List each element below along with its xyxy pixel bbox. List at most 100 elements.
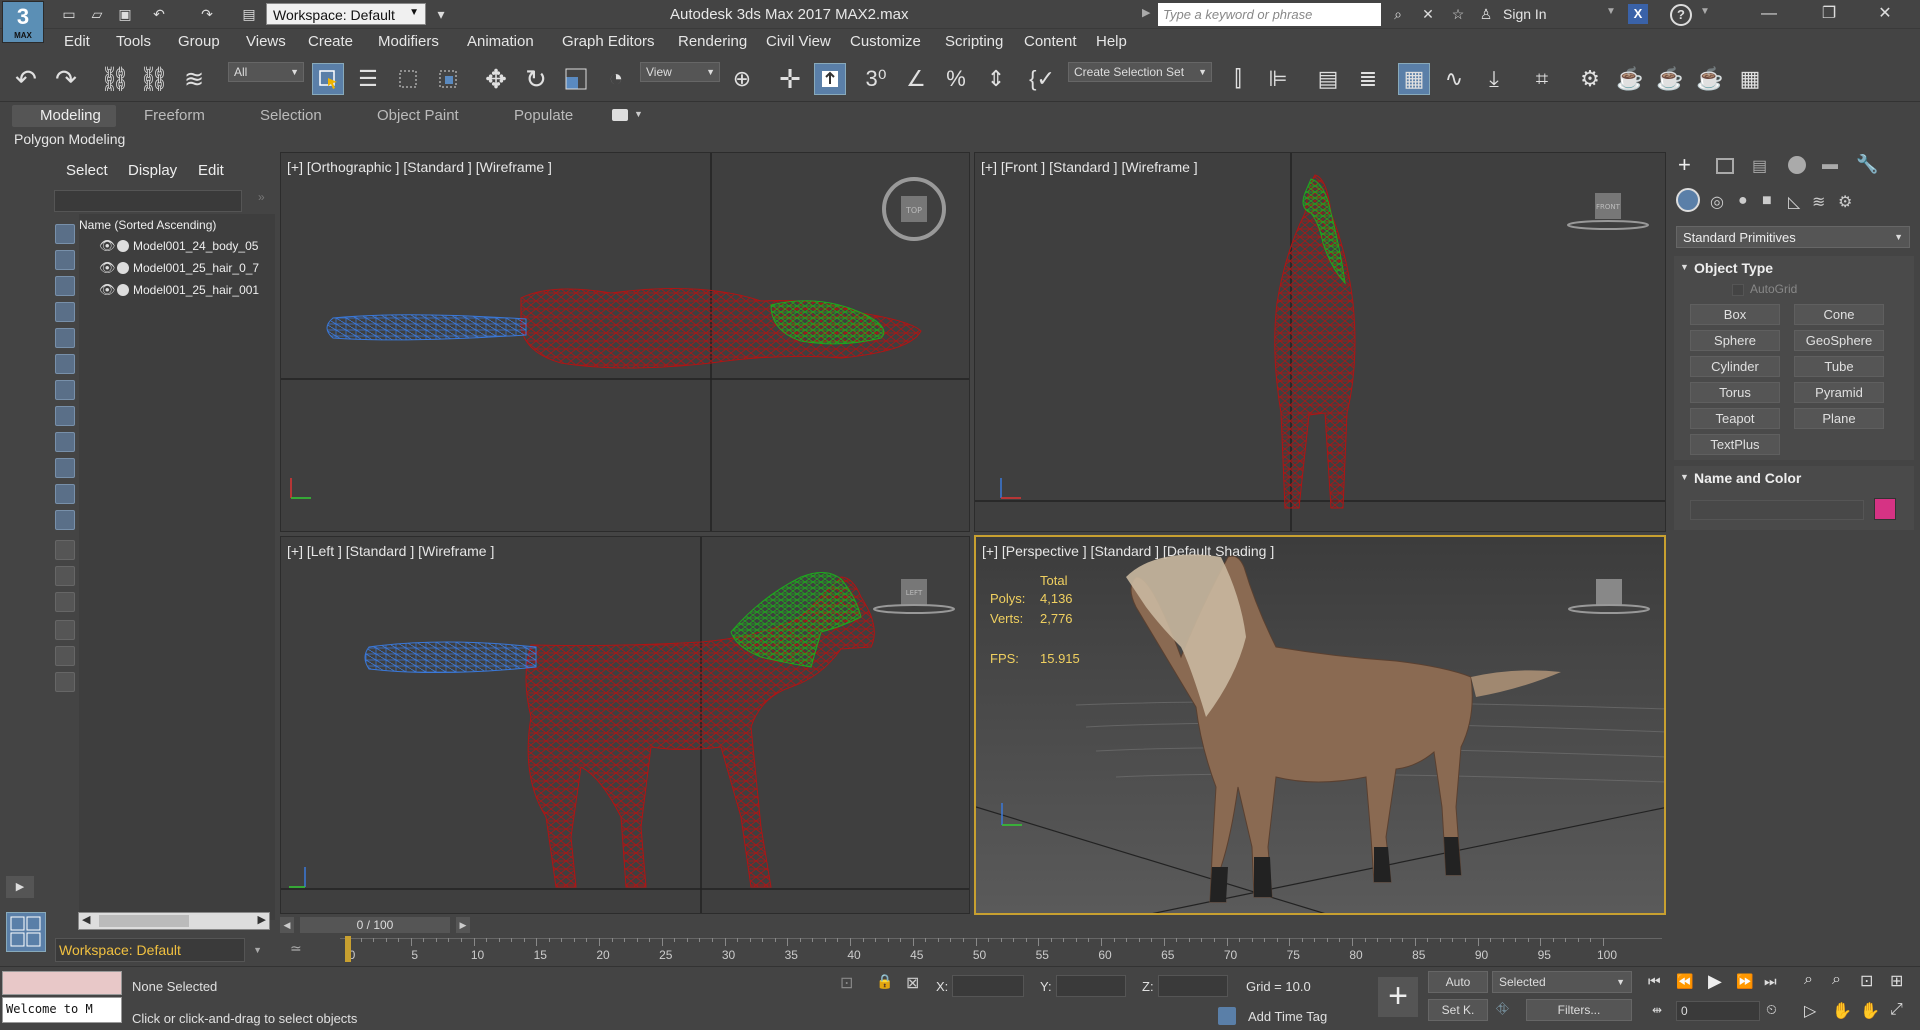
list-item[interactable]: 👁 Model001_24_body_05 bbox=[99, 238, 275, 256]
display-all-icon[interactable] bbox=[55, 540, 75, 560]
select-by-name-icon[interactable]: ☰ bbox=[352, 63, 384, 95]
pyramid-button[interactable]: Pyramid bbox=[1794, 382, 1884, 403]
tab-modeling[interactable]: Modeling bbox=[40, 107, 101, 124]
zoom-extents-all-icon[interactable]: ⊞ bbox=[1890, 971, 1903, 991]
helpers-filter-icon[interactable] bbox=[55, 328, 75, 348]
viewport-perspective[interactable]: [+] [Perspective ] [Standard ] [Default … bbox=[974, 535, 1666, 915]
dope-sheet-icon[interactable]: ⤓ bbox=[1478, 63, 1510, 95]
chevron-down-icon[interactable]: ▼ bbox=[634, 109, 643, 119]
curve-editor-mini-icon[interactable]: ≃ bbox=[290, 940, 302, 957]
z-coord-input[interactable] bbox=[1158, 975, 1228, 997]
explorer-search-input[interactable] bbox=[54, 190, 242, 212]
scale-icon[interactable] bbox=[560, 63, 592, 95]
geosphere-button[interactable]: GeoSphere bbox=[1794, 330, 1884, 351]
ribbon-options-icon[interactable] bbox=[612, 109, 628, 121]
customize-quick-access-icon[interactable]: ▾ bbox=[430, 4, 452, 24]
close-icon[interactable]: ✕ bbox=[1862, 0, 1908, 29]
render-in-cloud-icon[interactable]: ▦ bbox=[1734, 63, 1766, 95]
viewport-label[interactable]: [+] [Orthographic ] [Standard ] [Wirefra… bbox=[287, 159, 552, 175]
tab-object-paint[interactable]: Object Paint bbox=[377, 107, 459, 124]
hidden-filter-icon[interactable] bbox=[55, 510, 75, 530]
display-none-icon[interactable] bbox=[55, 566, 75, 586]
expand-arrow-icon[interactable]: ▶ bbox=[6, 876, 34, 898]
schematic-view-icon[interactable]: ⌗ bbox=[1526, 63, 1558, 95]
tab-selection[interactable]: Selection bbox=[260, 107, 322, 124]
explorer-tab-edit[interactable]: Edit bbox=[198, 162, 224, 179]
tab-populate[interactable]: Populate bbox=[514, 107, 573, 124]
polygon-modeling-label[interactable]: Polygon Modeling bbox=[14, 131, 125, 147]
window-crossing-icon[interactable] bbox=[432, 63, 464, 95]
renderable-icon[interactable] bbox=[117, 262, 129, 274]
absolute-mode-icon[interactable]: ⊠ bbox=[906, 973, 919, 993]
previous-key-icon[interactable]: ⏪ bbox=[1676, 973, 1693, 990]
viewport-label[interactable]: [+] [Left ] [Standard ] [Wireframe ] bbox=[287, 543, 494, 559]
search-input[interactable]: Type a keyword or phrase bbox=[1158, 3, 1381, 26]
motion-tab-icon[interactable] bbox=[1788, 156, 1806, 174]
plane-button[interactable]: Plane bbox=[1794, 408, 1884, 429]
help-chevron-icon[interactable]: ▼ bbox=[1700, 6, 1710, 17]
next-key-icon[interactable]: ⏩ bbox=[1736, 973, 1753, 990]
autodesk-exchange-icon[interactable]: ✕ bbox=[1414, 4, 1442, 24]
maxscript-listener-top[interactable] bbox=[2, 971, 122, 995]
create-selection-set-dropdown[interactable]: Create Selection Set ▼ bbox=[1068, 62, 1212, 82]
favorites-star-icon[interactable]: ☆ bbox=[1444, 4, 1472, 24]
textplus-button[interactable]: TextPlus bbox=[1690, 434, 1780, 455]
menu-modifiers[interactable]: Modifiers bbox=[378, 33, 439, 50]
sphere-button[interactable]: Sphere bbox=[1690, 330, 1780, 351]
systems-category-icon[interactable]: ⚙ bbox=[1838, 192, 1852, 212]
utilities-tab-icon[interactable]: 🔧 bbox=[1856, 154, 1878, 175]
scroll-right-icon[interactable]: ▶ bbox=[258, 913, 266, 926]
time-slider[interactable]: ◀ 0 / 100 ▶ bbox=[280, 915, 1665, 935]
snap-toggle-icon[interactable]: 3⁰ bbox=[860, 63, 892, 95]
geometry-filter-icon[interactable] bbox=[55, 224, 75, 244]
zoom-all-icon[interactable]: ⌕ bbox=[1832, 971, 1841, 989]
key-mode-toggle-icon[interactable]: ⇹ bbox=[1652, 1003, 1662, 1017]
redo-icon[interactable]: ↷ bbox=[196, 4, 218, 24]
app-logo-button[interactable]: 3 MAX bbox=[2, 1, 44, 43]
timeline-track[interactable]: 0 5 10 15 20 25 30 35 40 45 50 55 60 65 70 75 80 85 90 95 10… bbox=[340, 936, 1662, 968]
sign-in-link[interactable]: Sign In bbox=[1503, 6, 1547, 22]
keyboard-shortcut-override-icon[interactable] bbox=[814, 63, 846, 95]
object-color-swatch[interactable] bbox=[1874, 498, 1896, 520]
cone-button[interactable]: Cone bbox=[1794, 304, 1884, 325]
spacewarps-category-icon[interactable]: ≋ bbox=[1812, 192, 1825, 212]
go-to-start-icon[interactable]: ⏮ bbox=[1648, 973, 1661, 990]
zoom-icon[interactable]: ⌕ bbox=[1804, 971, 1813, 989]
viewport-layout-icon[interactable] bbox=[6, 912, 46, 952]
x-exchange-icon[interactable]: X bbox=[1628, 4, 1648, 24]
rotate-icon[interactable]: ↻ bbox=[520, 63, 552, 95]
redo-icon[interactable]: ↷ bbox=[50, 63, 82, 95]
list-item[interactable]: 👁 Model001_25_hair_0_7 bbox=[99, 260, 275, 278]
pan-view-icon[interactable]: ✋ bbox=[1832, 1001, 1852, 1021]
undo-icon[interactable]: ↶ bbox=[148, 4, 170, 24]
binoculars-icon[interactable]: ⌕ bbox=[1384, 4, 1412, 24]
spinner-snap-icon[interactable]: ⇕ bbox=[980, 63, 1012, 95]
explorer-horizontal-scrollbar[interactable]: ◀ ▶ bbox=[78, 912, 270, 930]
xrefs-filter-icon[interactable] bbox=[55, 406, 75, 426]
help-icon[interactable]: ? bbox=[1670, 4, 1692, 26]
cameras-filter-icon[interactable] bbox=[55, 302, 75, 322]
time-slider-thumb[interactable]: 0 / 100 bbox=[300, 917, 450, 933]
layer-explorer-icon[interactable]: ▤ bbox=[1312, 63, 1344, 95]
y-coord-input[interactable] bbox=[1056, 975, 1126, 997]
find-icon[interactable] bbox=[55, 672, 75, 692]
viewport-label[interactable]: [+] [Front ] [Standard ] [Wireframe ] bbox=[981, 159, 1198, 175]
viewport-orthographic[interactable]: [+] [Orthographic ] [Standard ] [Wirefra… bbox=[280, 152, 970, 532]
name-color-title[interactable]: Name and Color bbox=[1694, 470, 1801, 486]
menu-civil-view[interactable]: Civil View bbox=[766, 33, 831, 50]
explorer-options-icon[interactable]: » bbox=[258, 190, 265, 204]
mirror-icon[interactable]: ⫿ bbox=[1222, 63, 1254, 95]
render-iterative-icon[interactable]: ☕ bbox=[1694, 63, 1726, 95]
place-icon[interactable]: ◔ bbox=[600, 63, 632, 95]
menu-animation[interactable]: Animation bbox=[467, 33, 534, 50]
menu-create[interactable]: Create bbox=[308, 33, 353, 50]
project-folder-icon[interactable]: ▤ bbox=[238, 4, 260, 24]
orbit-icon[interactable]: ✋ bbox=[1860, 1001, 1880, 1021]
angle-snap-icon[interactable]: ∠ bbox=[900, 63, 932, 95]
lights-filter-icon[interactable] bbox=[55, 276, 75, 296]
percent-snap-icon[interactable]: % bbox=[940, 63, 972, 95]
curve-editor-icon[interactable]: ∿ bbox=[1438, 63, 1470, 95]
viewport-left[interactable]: [+] [Left ] [Standard ] [Wireframe ] LEF… bbox=[280, 536, 970, 914]
menu-customize[interactable]: Customize bbox=[850, 33, 921, 50]
zoom-extents-icon[interactable]: ⊡ bbox=[1860, 971, 1873, 991]
